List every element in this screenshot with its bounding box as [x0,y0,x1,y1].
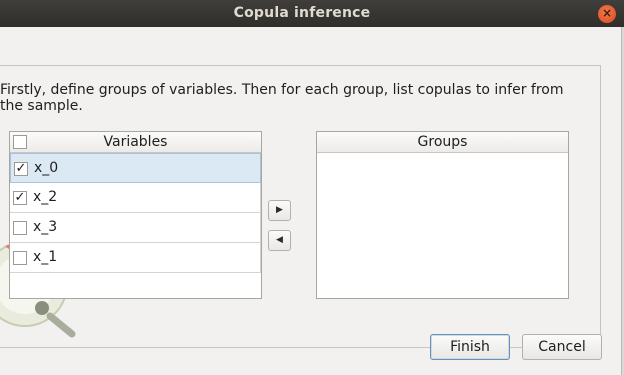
variables-header: Variables [10,132,261,153]
variable-row-x3[interactable]: x_3 [10,213,261,243]
variable-checkbox[interactable] [13,251,27,265]
add-to-group-button[interactable]: ▶ [268,200,291,221]
groups-header-label: Groups [417,134,468,150]
variables-table: Variables ✓ x_0 ✓ x_2 x_3 x_1 [9,131,262,299]
title-bar: Copula inference × [0,0,624,27]
variable-checkbox[interactable]: ✓ [14,162,28,176]
variable-label: x_0 [34,160,59,176]
variable-label: x_1 [33,249,58,265]
variable-checkbox[interactable]: ✓ [13,191,27,205]
variable-label: x_3 [33,219,58,235]
variable-checkbox[interactable] [13,221,27,235]
variable-row-x2[interactable]: ✓ x_2 [10,183,261,213]
variable-label: x_2 [33,189,58,205]
dialog-body: Firstly, define groups of variables. The… [0,27,622,375]
finish-button[interactable]: Finish [430,334,510,360]
groups-header: Groups [317,132,568,153]
window-title: Copula inference [233,5,371,21]
variable-row-x1[interactable]: x_1 [10,243,261,273]
select-all-checkbox[interactable] [13,135,27,149]
wizard-page: Firstly, define groups of variables. The… [0,65,601,348]
close-icon[interactable]: × [598,5,616,23]
cancel-button[interactable]: Cancel [522,334,602,360]
variable-row-x0[interactable]: ✓ x_0 [10,153,261,183]
remove-from-group-button[interactable]: ◀ [268,230,291,251]
variables-header-label: Variables [103,134,168,150]
groups-table[interactable]: Groups [316,131,569,299]
intro-text: Firstly, define groups of variables. The… [0,82,564,114]
